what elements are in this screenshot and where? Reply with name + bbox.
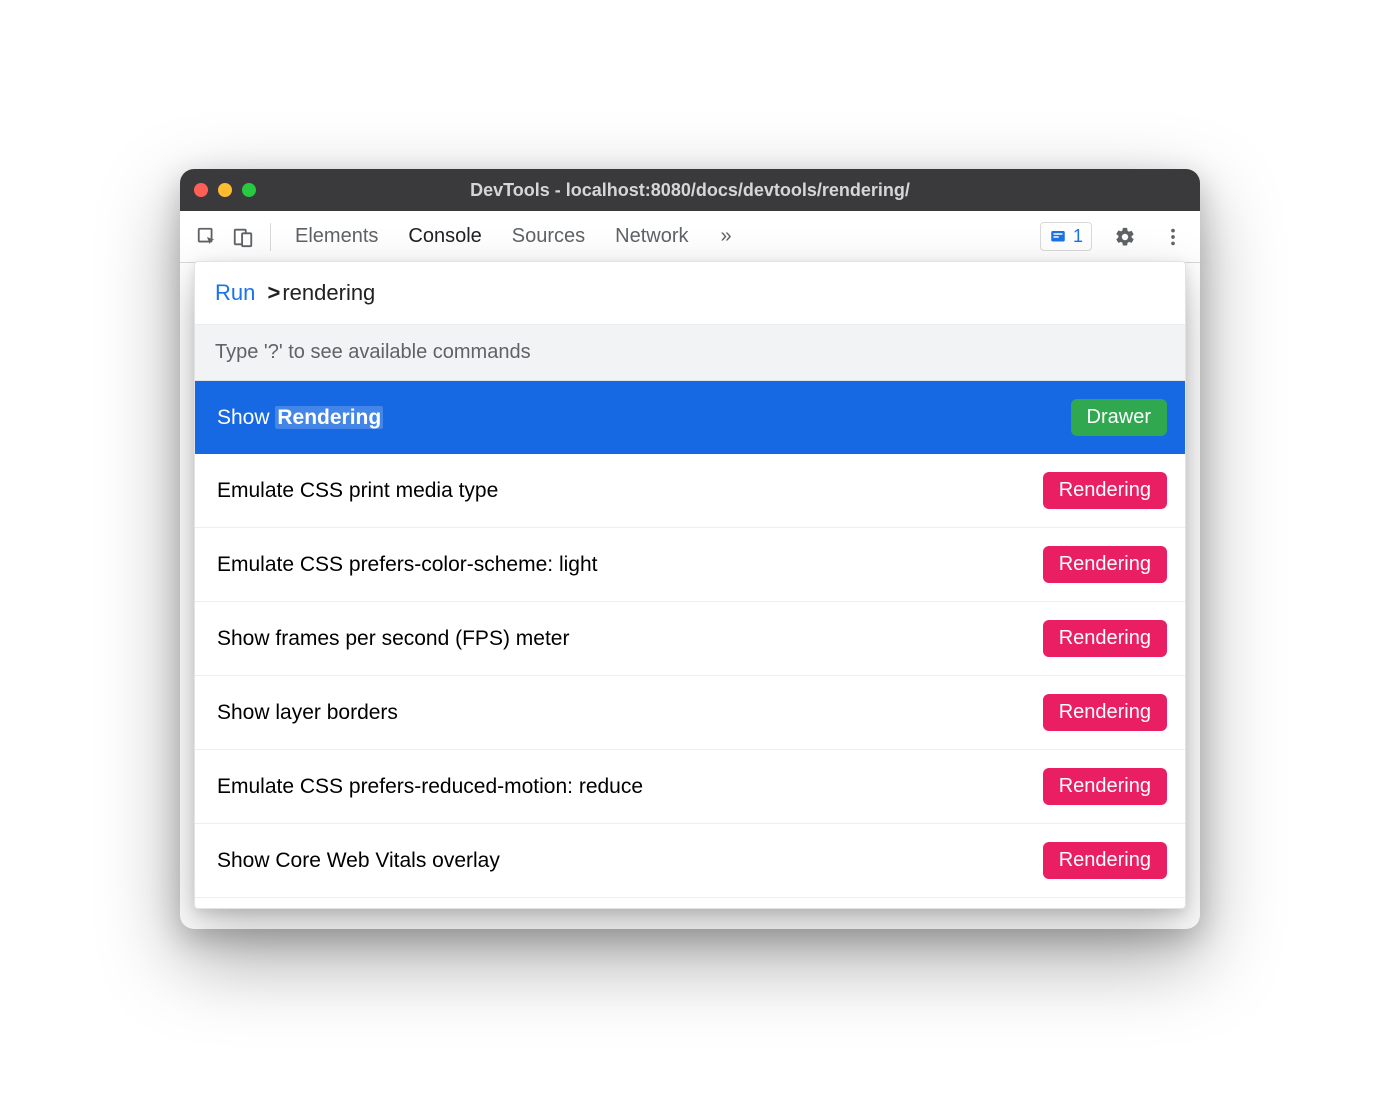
- command-hint: Type '?' to see available commands: [195, 325, 1185, 381]
- tab-console[interactable]: Console: [408, 225, 481, 248]
- device-toolbar-icon[interactable]: [228, 222, 258, 252]
- command-query: rendering: [282, 280, 375, 305]
- command-prefix-symbol: >: [267, 280, 280, 305]
- command-menu: Run >rendering Type '?' to see available…: [194, 261, 1186, 909]
- command-item-label: Show Core Web Vitals overlay: [217, 849, 500, 873]
- command-item[interactable]: Show layer borders Rendering: [195, 676, 1185, 750]
- tab-elements[interactable]: Elements: [295, 225, 378, 248]
- command-item-badge: Rendering: [1043, 472, 1167, 509]
- command-item-label: Emulate CSS prefers-reduced-motion: redu…: [217, 775, 643, 799]
- command-prefix-label: Run: [215, 280, 255, 305]
- more-tabs-icon[interactable]: »: [721, 225, 732, 248]
- command-item-badge: Rendering: [1043, 546, 1167, 583]
- command-item-badge: Drawer: [1071, 399, 1167, 436]
- command-item[interactable]: Show Core Web Vitals overlay Rendering: [195, 824, 1185, 898]
- close-window-button[interactable]: [194, 183, 208, 197]
- command-item[interactable]: Show frames per second (FPS) meter Render…: [195, 602, 1185, 676]
- command-results-list: Show Rendering Drawer Emulate CSS print me…: [195, 381, 1185, 908]
- issue-count: 1: [1073, 226, 1083, 247]
- command-input-row[interactable]: Run >rendering: [195, 262, 1185, 325]
- command-item[interactable]: Emulate CSS print media type Rendering: [195, 454, 1185, 528]
- command-item-badge: Rendering: [1043, 842, 1167, 879]
- issue-icon: [1049, 228, 1067, 246]
- tab-network[interactable]: Network: [615, 225, 688, 248]
- command-item[interactable]: Emulate CSS prefers-reduced-motion: redu…: [195, 750, 1185, 824]
- command-item-badge: Rendering: [1043, 620, 1167, 657]
- settings-icon[interactable]: [1110, 222, 1140, 252]
- command-item-badge: Rendering: [1043, 694, 1167, 731]
- devtools-window: DevTools - localhost:8080/docs/devtools/…: [180, 169, 1200, 929]
- devtools-toolbar: Elements Console Sources Network » 1: [180, 211, 1200, 263]
- issues-badge[interactable]: 1: [1040, 222, 1092, 251]
- minimize-window-button[interactable]: [218, 183, 232, 197]
- command-item[interactable]: Emulate CSS prefers-color-scheme: light R…: [195, 528, 1185, 602]
- command-item-label: Show Rendering: [217, 406, 383, 430]
- command-item[interactable]: Show Rendering Drawer: [195, 381, 1185, 454]
- command-item-label: Show frames per second (FPS) meter: [217, 627, 569, 651]
- panel-tabs: Elements Console Sources Network: [295, 225, 689, 248]
- window-title: DevTools - localhost:8080/docs/devtools/…: [180, 180, 1200, 201]
- inspect-element-icon[interactable]: [192, 222, 222, 252]
- tab-sources[interactable]: Sources: [512, 225, 585, 248]
- command-item-label: Emulate CSS prefers-color-scheme: light: [217, 553, 597, 577]
- command-item-label: Emulate CSS print media type: [217, 479, 498, 503]
- maximize-window-button[interactable]: [242, 183, 256, 197]
- window-titlebar: DevTools - localhost:8080/docs/devtools/…: [180, 169, 1200, 211]
- command-item-badge: Rendering: [1043, 768, 1167, 805]
- toolbar-divider: [270, 223, 271, 251]
- traffic-lights: [194, 183, 256, 197]
- more-options-icon[interactable]: [1158, 222, 1188, 252]
- command-item-label: Show layer borders: [217, 701, 398, 725]
